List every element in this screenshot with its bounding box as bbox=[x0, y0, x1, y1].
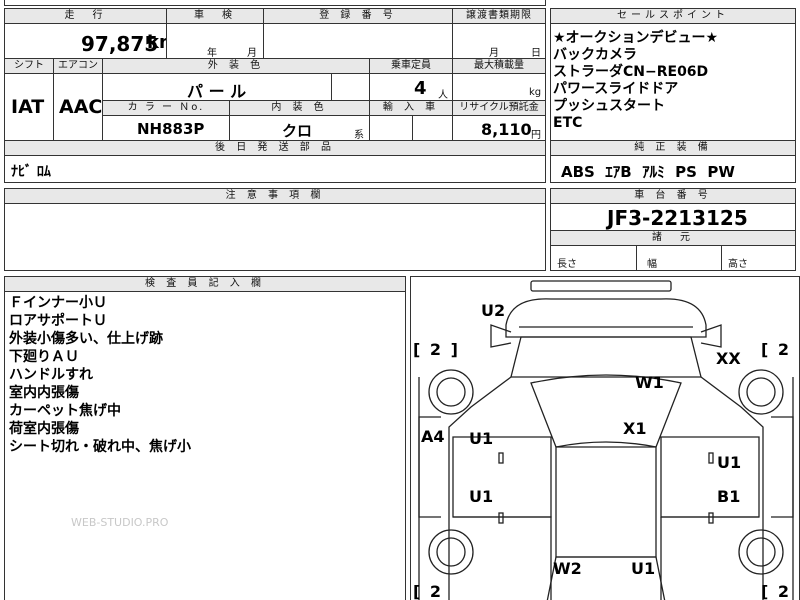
inspector-note: 荷室内張傷 bbox=[9, 421, 79, 437]
transfer-month: 月 bbox=[489, 48, 499, 59]
later-parts-value: ﾅﾋﾞ ﾛﾑ bbox=[11, 164, 51, 180]
exterior-extra-cell bbox=[331, 73, 370, 101]
max-load-unit: kg bbox=[529, 87, 542, 98]
mileage-label: 走 行 bbox=[4, 8, 167, 24]
mark-xx: XX bbox=[716, 349, 741, 368]
sales-point-label: セールスポイント bbox=[550, 8, 796, 24]
transfer-cell: 月 日 bbox=[452, 23, 546, 59]
sales-point-item: バックカメラ bbox=[553, 47, 637, 63]
interior-color-value: クロ bbox=[282, 122, 313, 140]
max-load-cell: kg bbox=[452, 73, 546, 101]
inspector-label: 検 査 員 記 入 欄 bbox=[4, 276, 406, 292]
import-cell-a bbox=[369, 115, 413, 141]
mark-u1-right-front: U1 bbox=[717, 453, 742, 472]
color-no-cell: NH883P bbox=[102, 115, 230, 141]
inspector-note: Ｆインナー小Ｕ bbox=[9, 295, 107, 311]
shaken-month: 月 bbox=[247, 48, 257, 59]
inspector-notes: Ｆインナー小Ｕ ロアサポートＵ 外装小傷多い、仕上げ跡 下廻りＡＵ ハンドルすれ… bbox=[4, 291, 406, 600]
car-diagram: [ 2 ] [ 2 ] [ 2 [ 2 U2 XX W1 X1 A4 U1 U1… bbox=[410, 276, 800, 600]
registration-label: 登 録 番 号 bbox=[263, 8, 453, 24]
shift-label: シフト bbox=[4, 58, 54, 74]
equipment-label: 純 正 装 備 bbox=[550, 140, 796, 156]
tire-count-rear-left: [ 2 bbox=[413, 582, 444, 600]
inspector-note: シート切れ・破れ中、焦げ小 bbox=[9, 439, 191, 455]
tire-count-rear-right: [ 2 bbox=[761, 582, 792, 600]
mark-u1-rear: U1 bbox=[631, 559, 656, 578]
color-no-label: カ ラ ー Ｎo. bbox=[102, 100, 230, 116]
interior-color-suffix: 系 bbox=[354, 130, 364, 141]
sales-points-list: ★オークションデビュー★ バックカメラ ストラーダCN−RE06D パワースライ… bbox=[550, 23, 796, 141]
dimension-length-cell: 長さ bbox=[550, 245, 637, 271]
dimension-width-cell: 幅 bbox=[636, 245, 722, 271]
inspector-note: カーペット焦げ中 bbox=[9, 403, 121, 419]
dimension-length-label: 長さ bbox=[557, 259, 577, 270]
exterior-color-label: 外 装 色 bbox=[102, 58, 370, 74]
capacity-label: 乗車定員 bbox=[369, 58, 453, 74]
top-cut-strip bbox=[4, 0, 546, 6]
dimensions-label: 諸 元 bbox=[550, 230, 796, 246]
registration-cell bbox=[263, 23, 453, 59]
watermark: WEB-STUDIO.PRO bbox=[71, 516, 169, 529]
transfer-deadline-label: 譲渡書類期限 bbox=[452, 8, 546, 24]
caution-cell bbox=[4, 203, 546, 271]
sales-point-item: ETC bbox=[553, 115, 583, 131]
aircon-label: エアコン bbox=[53, 58, 103, 74]
color-no-value: NH883P bbox=[137, 120, 205, 138]
import-label: 輸 入 車 bbox=[369, 100, 453, 116]
inspector-note: 外装小傷多い、仕上げ跡 bbox=[9, 331, 163, 347]
mileage-unit: km bbox=[147, 32, 166, 53]
shift-value: IAT bbox=[11, 96, 45, 118]
later-parts-cell: ﾅﾋﾞ ﾛﾑ bbox=[4, 155, 546, 183]
interior-color-label: 内 装 色 bbox=[229, 100, 370, 116]
exterior-color-cell: パ ー ル bbox=[102, 73, 332, 101]
capacity-value: 4 bbox=[414, 78, 427, 99]
mark-x1: X1 bbox=[623, 419, 647, 438]
aircon-cell: AAC bbox=[53, 73, 103, 141]
chassis-cell: JF3-2213125 bbox=[550, 203, 796, 231]
mileage-cell: 97,875 km bbox=[4, 23, 167, 59]
tire-count-front-left: [ 2 ] bbox=[413, 340, 460, 359]
tire-count-front-right: [ 2 ] bbox=[761, 340, 799, 359]
dimension-width-label: 幅 bbox=[647, 259, 657, 270]
recycle-value: 8,110 bbox=[481, 120, 532, 139]
mark-b1: B1 bbox=[717, 487, 741, 506]
inspector-note: 下廻りＡＵ bbox=[9, 349, 79, 365]
dimension-height-cell: 高さ bbox=[721, 245, 796, 271]
mark-u1-left-front: U1 bbox=[469, 429, 494, 448]
max-load-label: 最大積載量 bbox=[452, 58, 546, 74]
inspector-note: ロアサポートＵ bbox=[9, 313, 107, 329]
shaken-cell: 年 月 bbox=[166, 23, 264, 59]
shift-cell: IAT bbox=[4, 73, 54, 141]
import-cell-b bbox=[412, 115, 453, 141]
mark-a4: A4 bbox=[421, 427, 445, 446]
aircon-value: AAC bbox=[59, 96, 103, 118]
exterior-color-value: パ ー ル bbox=[187, 82, 247, 101]
chassis-value: JF3-2213125 bbox=[607, 206, 748, 230]
inspector-note: 室内内張傷 bbox=[9, 385, 79, 401]
interior-color-cell: クロ 系 bbox=[229, 115, 370, 141]
caution-label: 注 意 事 項 欄 bbox=[4, 188, 546, 204]
mark-u1-left-rear: U1 bbox=[469, 487, 494, 506]
capacity-unit: 人 bbox=[438, 90, 448, 101]
mark-u2: U2 bbox=[481, 301, 506, 320]
equipment-cell: ABS ｴｱB ｱﾙﾐ PS PW bbox=[550, 155, 796, 183]
sales-point-item: パワースライドドア bbox=[553, 81, 679, 97]
shaken-year: 年 bbox=[207, 48, 217, 59]
recycle-cell: 8,110 円 bbox=[452, 115, 546, 141]
inspector-note: ハンドルすれ bbox=[9, 367, 93, 383]
transfer-day: 日 bbox=[531, 48, 541, 59]
capacity-cell: 4 人 bbox=[369, 73, 453, 101]
dimension-height-label: 高さ bbox=[728, 259, 748, 270]
recycle-unit: 円 bbox=[531, 130, 541, 141]
shaken-label: 車 検 bbox=[166, 8, 264, 24]
later-parts-label: 後 日 発 送 部 品 bbox=[4, 140, 546, 156]
equipment-value: ABS ｴｱB ｱﾙﾐ PS PW bbox=[561, 163, 735, 181]
recycle-label: リサイクル預託金 bbox=[452, 100, 546, 116]
sales-point-item: プッシュスタート bbox=[553, 98, 665, 114]
mark-w2: W2 bbox=[553, 559, 582, 578]
chassis-label: 車 台 番 号 bbox=[550, 188, 796, 204]
mark-w1: W1 bbox=[635, 373, 664, 392]
sales-point-item: ★オークションデビュー★ bbox=[553, 30, 719, 46]
sales-point-item: ストラーダCN−RE06D bbox=[553, 64, 709, 80]
